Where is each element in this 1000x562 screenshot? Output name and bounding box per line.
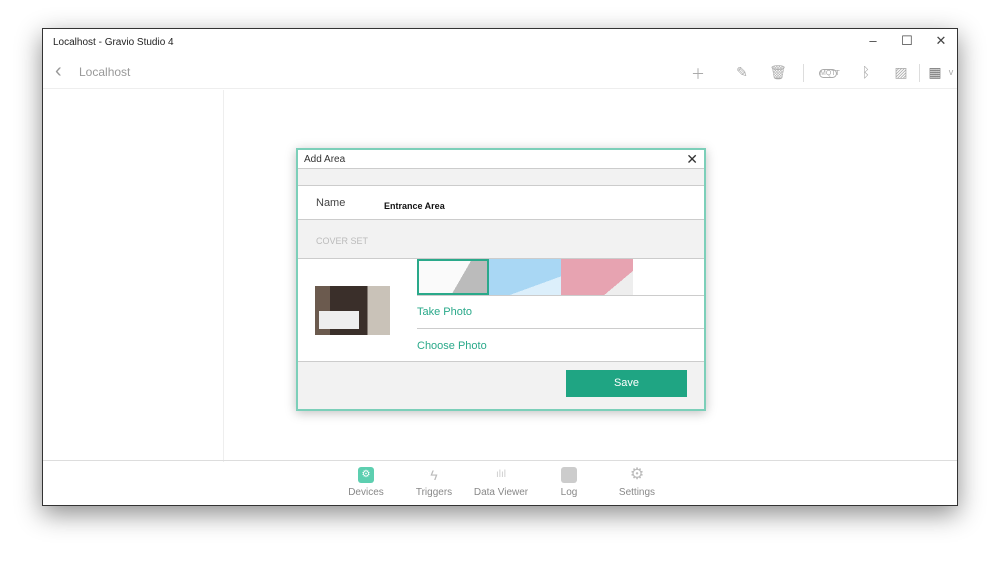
image-icon[interactable]: ▨ xyxy=(891,64,911,81)
add-area-dialog: Add Area ✕ Name Entrance Area COVER SET … xyxy=(296,148,706,411)
gear-icon: ⚙ xyxy=(358,467,374,483)
take-photo-link[interactable]: Take Photo xyxy=(417,306,472,318)
maximize-button[interactable]: ☐ xyxy=(892,33,922,49)
left-panel xyxy=(43,90,224,462)
minimize-button[interactable]: – xyxy=(858,33,888,48)
name-row: Name Entrance Area xyxy=(298,186,704,220)
cover-preview-image xyxy=(315,286,390,335)
trigger-icon: ϟ xyxy=(430,467,438,483)
edit-icon[interactable]: ✎ xyxy=(732,64,752,81)
plus-icon[interactable]: ＋ xyxy=(688,64,708,84)
document-icon xyxy=(561,467,577,483)
cover-images: Take Photo Choose Photo xyxy=(298,259,704,362)
mqtt-icon[interactable]: MQTT xyxy=(819,69,840,78)
cover-thumbnail[interactable] xyxy=(561,259,633,295)
window-title: Localhost - Gravio Studio 4 xyxy=(53,37,174,48)
name-label: Name xyxy=(316,197,346,209)
cover-thumbnail[interactable] xyxy=(489,259,561,295)
dialog-title: Add Area xyxy=(304,154,346,165)
breadcrumb: Localhost xyxy=(79,65,131,79)
chart-icon: ılıl xyxy=(496,469,506,480)
tab-settings[interactable]: ⚙ Settings xyxy=(602,465,672,499)
settings-icon: ⚙ xyxy=(629,466,645,483)
tab-log[interactable]: Log xyxy=(534,465,604,498)
tab-devices[interactable]: ⚙ Devices xyxy=(331,465,401,498)
tab-triggers[interactable]: ϟ Triggers xyxy=(399,465,469,498)
dialog-title-bar: Add Area ✕ xyxy=(298,150,704,169)
choose-photo-link[interactable]: Choose Photo xyxy=(417,340,487,352)
title-bar: Localhost - Gravio Studio 4 – ☐ ✕ xyxy=(43,29,957,56)
cover-thumbnail[interactable] xyxy=(417,259,489,295)
name-input[interactable]: Entrance Area xyxy=(384,201,445,211)
tab-data-viewer[interactable]: ılıl Data Viewer xyxy=(466,465,536,498)
bluetooth-icon[interactable]: ᛒ xyxy=(856,64,876,80)
chevron-down-icon[interactable]: v xyxy=(941,67,961,77)
back-icon[interactable]: ‹ xyxy=(55,60,62,83)
dialog-close-icon[interactable]: ✕ xyxy=(686,151,698,168)
trash-icon[interactable]: 🗑 xyxy=(768,64,788,81)
cover-set-label: COVER SET xyxy=(316,236,369,246)
nav-bar: ‹ Localhost ＋ ✎ 🗑 MQTT ᛒ ▨ ▦ v xyxy=(43,56,957,89)
save-button[interactable]: Save xyxy=(566,370,687,397)
bottom-nav: ⚙ Devices ϟ Triggers ılıl Data Viewer Log ⚙… xyxy=(43,460,957,505)
close-button[interactable]: ✕ xyxy=(926,33,956,49)
